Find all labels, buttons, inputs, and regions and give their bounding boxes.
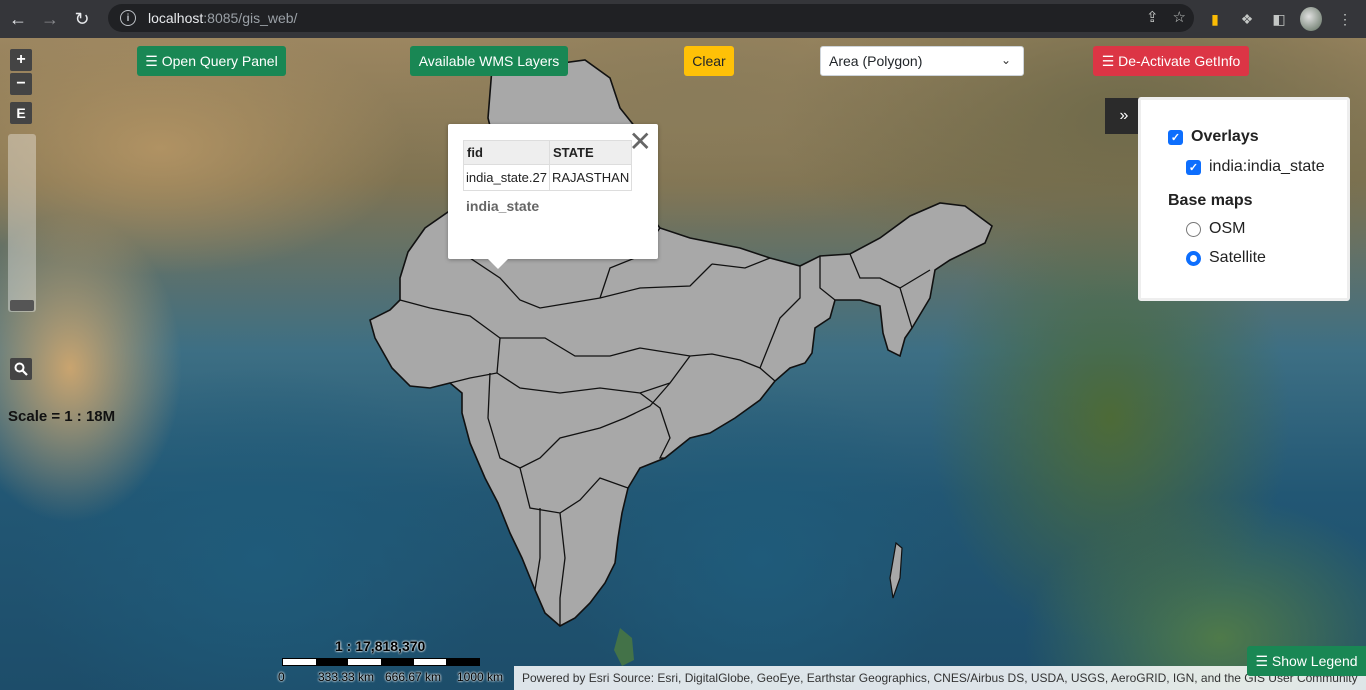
extensions-puzzle-icon[interactable]: ❖ bbox=[1236, 8, 1258, 30]
overlay-layer-item[interactable]: ✓ india:india_state bbox=[1186, 158, 1325, 176]
satellite-label: Satellite bbox=[1209, 249, 1266, 266]
back-icon[interactable]: ← bbox=[4, 5, 32, 33]
map-attribution: Powered by Esri Source: Esri, DigitalGlo… bbox=[514, 666, 1366, 690]
address-bar[interactable]: i localhost:8085/gis_web/ ⇪ ☆ bbox=[108, 4, 1194, 32]
browser-toolbar: ← → ↻ i localhost:8085/gis_web/ ⇪ ☆ ▮ ❖ … bbox=[0, 0, 1366, 38]
url-text[interactable]: localhost:8085/gis_web/ bbox=[148, 10, 297, 26]
map-canvas[interactable]: ☰ Open Query Panel Available WMS Layers … bbox=[0, 38, 1366, 690]
scale-label-1: 333.33 km bbox=[318, 670, 375, 684]
basemaps-title: Base maps bbox=[1168, 192, 1253, 209]
scale-ratio: 1 : 17,818,370 bbox=[335, 638, 426, 654]
basemap-osm-item[interactable]: OSM bbox=[1186, 220, 1245, 238]
scale-bar bbox=[282, 658, 480, 666]
table-header-state: STATE bbox=[548, 140, 633, 165]
overlays-checkbox[interactable]: ✓ bbox=[1168, 129, 1183, 145]
scale-label-2: 666.67 km bbox=[385, 670, 442, 684]
table-row: india_state.27 RAJASTHAN bbox=[463, 164, 633, 191]
clear-button[interactable]: Clear bbox=[684, 46, 734, 76]
available-wms-layers-button[interactable]: Available WMS Layers bbox=[410, 46, 568, 76]
feature-info-popup: fid STATE india_state.27 RAJASTHAN india… bbox=[448, 124, 658, 269]
draw-type-select[interactable]: Area (Polygon) ⌄ bbox=[820, 46, 1024, 76]
zoom-in-button[interactable]: + bbox=[10, 49, 32, 71]
overlay-layer-label: india:india_state bbox=[1209, 158, 1325, 175]
share-icon[interactable]: ⇪ bbox=[1146, 8, 1159, 26]
extension-badge-icon[interactable]: ▮ bbox=[1204, 8, 1226, 30]
cell-fid: india_state.27 bbox=[463, 164, 550, 191]
search-icon[interactable] bbox=[10, 358, 32, 380]
show-legend-button[interactable]: ☰ Show Legend bbox=[1247, 646, 1366, 676]
bookmark-star-icon[interactable]: ☆ bbox=[1173, 8, 1186, 26]
draw-type-value: Area (Polygon) bbox=[829, 53, 923, 69]
overlays-group[interactable]: ✓ Overlays bbox=[1168, 128, 1259, 146]
zoom-slider[interactable] bbox=[8, 134, 36, 312]
profile-avatar[interactable] bbox=[1300, 7, 1322, 31]
popup-layer-name: india_state bbox=[466, 198, 540, 214]
forward-icon[interactable]: → bbox=[36, 5, 64, 33]
close-icon[interactable]: ✕ bbox=[629, 128, 652, 156]
table-header-fid: fid bbox=[463, 140, 550, 165]
more-menu-icon[interactable]: ⋮ bbox=[1334, 8, 1356, 30]
zoom-out-button[interactable]: − bbox=[10, 73, 32, 95]
basemap-satellite-item[interactable]: Satellite bbox=[1186, 249, 1266, 267]
cell-state: RAJASTHAN bbox=[548, 164, 633, 191]
zoom-slider-thumb[interactable] bbox=[10, 300, 34, 311]
open-query-panel-button[interactable]: ☰ Open Query Panel bbox=[137, 46, 286, 76]
satellite-radio[interactable] bbox=[1186, 250, 1201, 266]
feature-info-table: fid STATE india_state.27 RAJASTHAN bbox=[463, 140, 633, 191]
overlays-title: Overlays bbox=[1191, 128, 1259, 145]
osm-radio[interactable] bbox=[1186, 221, 1201, 237]
scale-text: Scale = 1 : 18M bbox=[8, 408, 116, 425]
chevron-down-icon: ⌄ bbox=[1000, 53, 1011, 67]
site-info-icon[interactable]: i bbox=[120, 10, 136, 26]
scale-label-3: 1000 km bbox=[457, 670, 504, 684]
zoom-extent-button[interactable]: E bbox=[10, 102, 32, 124]
scale-label-0: 0 bbox=[278, 670, 285, 684]
india-state-checkbox[interactable]: ✓ bbox=[1186, 159, 1201, 175]
deactivate-getinfo-button[interactable]: ☰ De-Activate GetInfo bbox=[1093, 46, 1249, 76]
layer-switcher-panel: ✓ Overlays ✓ india:india_state Base maps… bbox=[1138, 97, 1350, 301]
side-panel-icon[interactable]: ◧ bbox=[1268, 8, 1290, 30]
reload-icon[interactable]: ↻ bbox=[68, 5, 96, 33]
osm-label: OSM bbox=[1209, 220, 1246, 237]
